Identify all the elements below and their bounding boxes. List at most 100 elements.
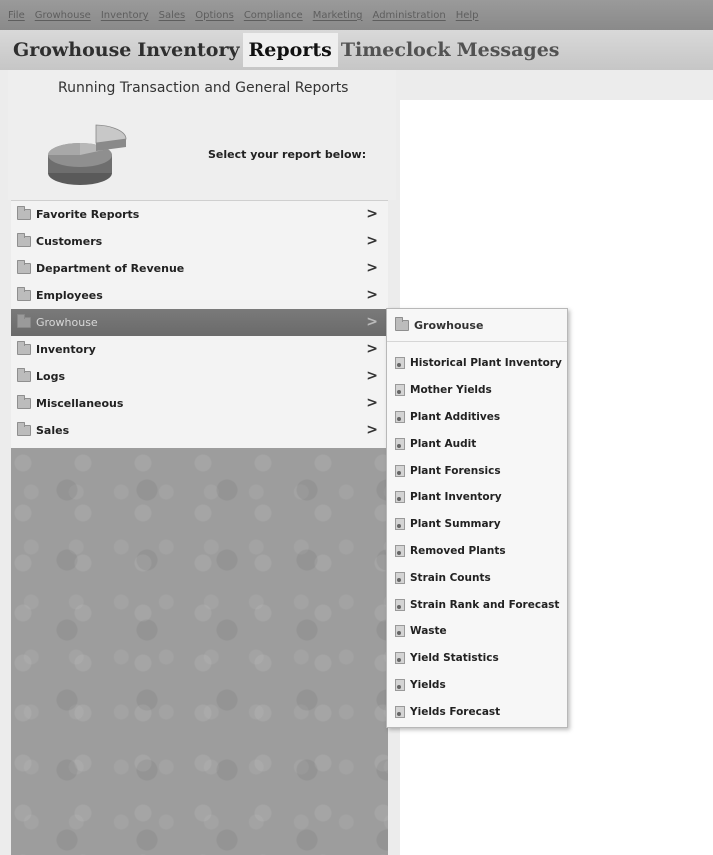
folder-icon <box>17 206 31 220</box>
report-label: Plant Inventory <box>410 491 502 504</box>
menu-help[interactable]: Help <box>456 10 479 21</box>
tab-inventory[interactable]: Inventory <box>134 33 242 67</box>
report-plant-summary[interactable]: Plant Summary <box>387 511 567 538</box>
chevron-right-icon: > <box>366 341 378 357</box>
tab-growhouse[interactable]: Growhouse <box>10 33 134 67</box>
report-strain-counts[interactable]: Strain Counts <box>387 564 567 591</box>
report-icon <box>395 625 405 638</box>
report-label: Historical Plant Inventory <box>410 357 562 370</box>
submenu-items: Historical Plant Inventory Mother Yields… <box>387 342 567 725</box>
report-plant-forensics[interactable]: Plant Forensics <box>387 457 567 484</box>
category-label: Department of Revenue <box>36 262 185 275</box>
chevron-right-icon: > <box>366 368 378 384</box>
tab-messages[interactable]: Messages <box>454 33 563 67</box>
category-label: Favorite Reports <box>36 208 140 221</box>
menu-file[interactable]: File <box>8 10 25 21</box>
category-customers[interactable]: Customers > <box>11 228 388 255</box>
menu-growhouse[interactable]: Growhouse <box>35 10 91 21</box>
category-logs[interactable]: Logs > <box>11 363 388 390</box>
menu-options[interactable]: Options <box>195 10 234 21</box>
report-label: Mother Yields <box>410 384 492 397</box>
folder-icon <box>395 316 409 331</box>
report-label: Yield Statistics <box>410 652 499 665</box>
report-icon <box>395 410 405 423</box>
chevron-right-icon: > <box>366 260 378 276</box>
category-growhouse[interactable]: Growhouse > <box>11 309 388 336</box>
report-label: Removed Plants <box>410 544 506 557</box>
report-icon <box>395 544 405 557</box>
folder-icon <box>17 368 31 382</box>
report-label: Yields <box>410 678 446 691</box>
folder-icon <box>17 314 31 328</box>
category-inventory[interactable]: Inventory > <box>11 336 388 363</box>
menu-compliance[interactable]: Compliance <box>244 10 303 21</box>
report-yields[interactable]: Yields <box>387 672 567 699</box>
report-yield-statistics[interactable]: Yield Statistics <box>387 645 567 672</box>
menu-marketing[interactable]: Marketing <box>313 10 363 21</box>
category-favorite-reports[interactable]: Favorite Reports > <box>11 201 388 228</box>
chevron-right-icon: > <box>366 395 378 411</box>
folder-icon <box>17 422 31 436</box>
category-employees[interactable]: Employees > <box>11 282 388 309</box>
report-icon <box>395 571 405 584</box>
report-icon <box>395 518 405 531</box>
menu-sales[interactable]: Sales <box>159 10 186 21</box>
pie-chart-icon <box>38 105 138 195</box>
folder-icon <box>17 395 31 409</box>
report-plant-audit[interactable]: Plant Audit <box>387 430 567 457</box>
report-label: Plant Additives <box>410 410 501 423</box>
panel-title: Running Transaction and General Reports <box>58 80 349 96</box>
category-label: Growhouse <box>36 316 98 329</box>
report-label: Strain Rank and Forecast <box>410 598 560 611</box>
report-icon <box>395 705 405 718</box>
submenu-header: Growhouse <box>387 309 567 342</box>
category-label: Inventory <box>36 343 96 356</box>
report-icon <box>395 384 405 397</box>
report-icon <box>395 598 405 611</box>
menu-inventory[interactable]: Inventory <box>101 10 149 21</box>
report-label: Plant Summary <box>410 518 501 531</box>
menu-administration[interactable]: Administration <box>373 10 446 21</box>
report-waste[interactable]: Waste <box>387 618 567 645</box>
report-icon <box>395 437 405 450</box>
category-label: Employees <box>36 289 103 302</box>
report-plant-inventory[interactable]: Plant Inventory <box>387 484 567 511</box>
chevron-right-icon: > <box>366 233 378 249</box>
tab-reports[interactable]: Reports <box>242 33 338 67</box>
report-label: Waste <box>410 625 447 638</box>
panel-background-texture <box>11 448 388 855</box>
chevron-right-icon: > <box>366 314 378 330</box>
report-strain-rank-and-forecast[interactable]: Strain Rank and Forecast <box>387 591 567 618</box>
report-icon <box>395 491 405 504</box>
category-sales[interactable]: Sales > <box>11 417 388 444</box>
report-label: Plant Forensics <box>410 464 501 477</box>
submenu-title: Growhouse <box>414 318 484 332</box>
category-label: Sales <box>36 424 70 437</box>
category-label: Logs <box>36 370 65 383</box>
category-label: Customers <box>36 235 103 248</box>
category-miscellaneous[interactable]: Miscellaneous > <box>11 390 388 417</box>
chevron-right-icon: > <box>366 287 378 303</box>
report-label: Strain Counts <box>410 571 491 584</box>
report-removed-plants[interactable]: Removed Plants <box>387 538 567 565</box>
category-department-of-revenue[interactable]: Department of Revenue > <box>11 255 388 282</box>
menu-bar: File Growhouse Inventory Sales Options C… <box>0 0 713 30</box>
report-icon <box>395 464 405 477</box>
report-historical-plant-inventory[interactable]: Historical Plant Inventory <box>387 350 567 377</box>
report-category-list: Favorite Reports > Customers > Departmen… <box>11 200 388 449</box>
tab-timeclock[interactable]: Timeclock <box>338 33 454 67</box>
report-mother-yields[interactable]: Mother Yields <box>387 377 567 404</box>
folder-icon <box>17 287 31 301</box>
report-icon <box>395 678 405 691</box>
select-report-label: Select your report below: <box>208 148 367 161</box>
main-tabs: Growhouse Inventory Reports Timeclock Me… <box>0 30 713 70</box>
category-label: Miscellaneous <box>36 397 124 410</box>
report-plant-additives[interactable]: Plant Additives <box>387 404 567 431</box>
report-yields-forecast[interactable]: Yields Forecast <box>387 698 567 725</box>
report-icon <box>395 652 405 665</box>
report-icon <box>395 357 405 370</box>
chevron-right-icon: > <box>366 422 378 438</box>
reports-panel: Running Transaction and General Reports … <box>8 70 396 855</box>
growhouse-submenu: Growhouse Historical Plant Inventory Mot… <box>386 308 568 728</box>
report-label: Plant Audit <box>410 437 477 450</box>
